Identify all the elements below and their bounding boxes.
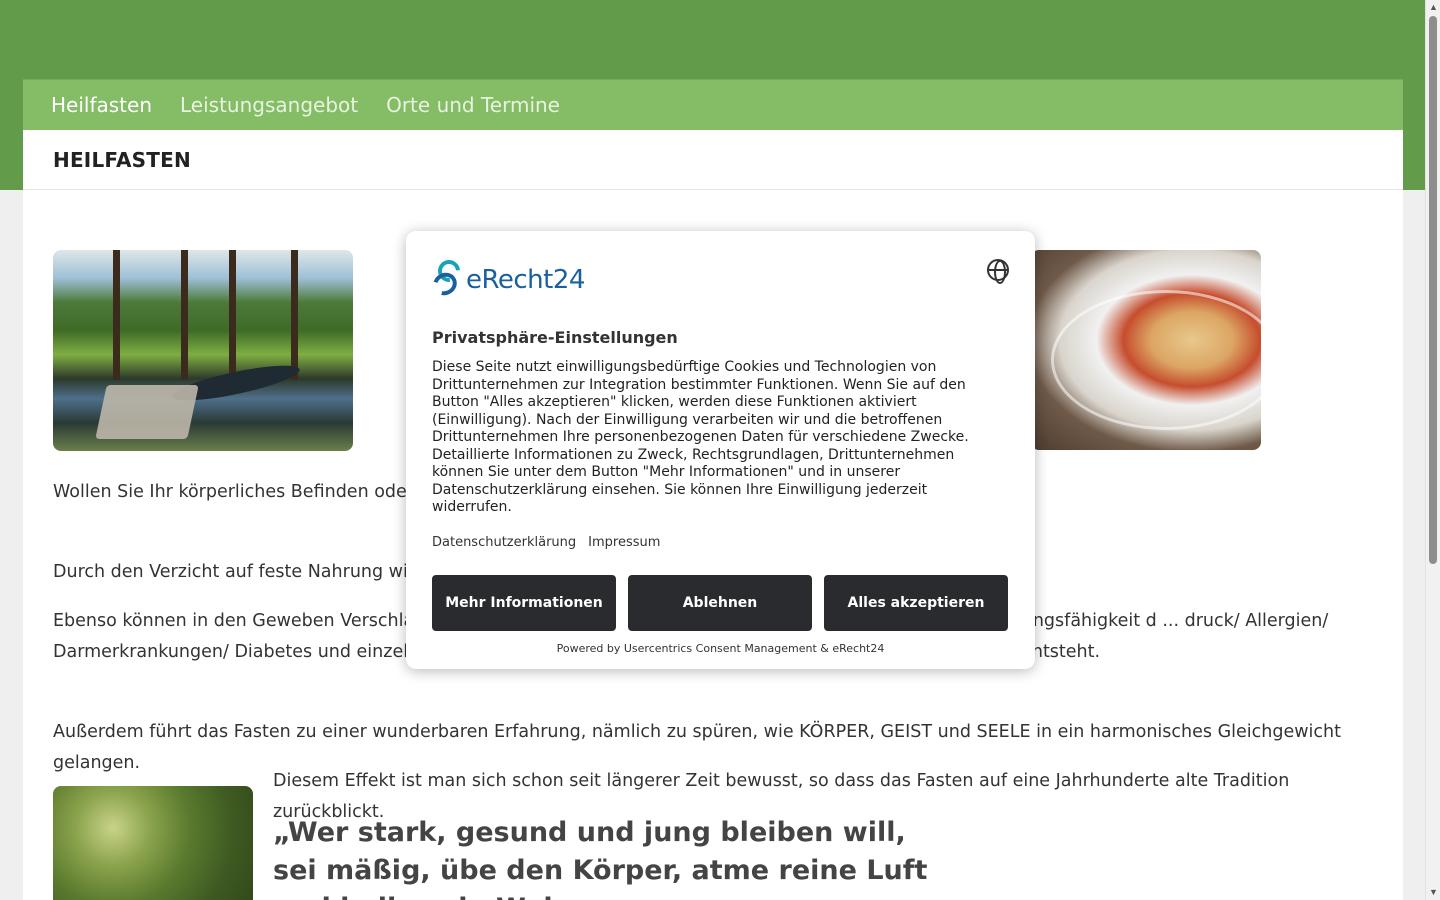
scroll-thumb[interactable] xyxy=(1429,16,1437,564)
page-scrollbar[interactable]: ▲ ▼ xyxy=(1425,0,1440,900)
powered-by-text: Powered by Usercentrics Consent Manageme… xyxy=(556,642,885,655)
main-nav: Heilfasten Leistungsangebot Orte und Ter… xyxy=(23,79,1403,130)
nav-item-heilfasten[interactable]: Heilfasten xyxy=(51,93,152,117)
scroll-down-arrow-icon[interactable]: ▼ xyxy=(1426,885,1440,900)
consent-text: Diese Seite nutzt einwilligungsbedürftig… xyxy=(432,359,969,515)
logo-text: eRecht24 xyxy=(466,265,585,295)
quote-heading: „Wer stark, gesund und jung bleiben will… xyxy=(273,817,928,900)
consent-buttons: Mehr Informationen Ablehnen Alles akzept… xyxy=(432,575,1008,631)
privacy-link[interactable]: Datenschutzerklärung xyxy=(432,535,576,550)
accept-all-button[interactable]: Alles akzeptieren xyxy=(824,575,1008,631)
imprint-link[interactable]: Impressum xyxy=(588,535,660,550)
nav-item-orte-und-termine[interactable]: Orte und Termine xyxy=(386,93,560,117)
page-title: HEILFASTEN xyxy=(53,147,191,172)
consent-title: Privatsphäre-Einstellungen xyxy=(432,328,678,347)
consent-links: Datenschutzerklärung Impressum xyxy=(432,535,660,550)
page-header: HEILFASTEN xyxy=(23,130,1403,190)
park-image xyxy=(53,250,353,451)
consent-dialog: eRecht24 Privatsphäre-Einstellungen Dies… xyxy=(406,231,1035,669)
tree-image xyxy=(53,786,253,900)
globe-icon[interactable] xyxy=(987,259,1009,284)
apple-image xyxy=(1031,250,1261,450)
erecht24-logo-icon xyxy=(429,255,466,300)
more-info-button[interactable]: Mehr Informationen xyxy=(432,575,616,631)
erecht24-logo: eRecht24 xyxy=(429,255,585,300)
decline-button[interactable]: Ablehnen xyxy=(628,575,812,631)
nav-item-leistungsangebot[interactable]: Leistungsangebot xyxy=(180,93,358,117)
scroll-up-arrow-icon[interactable]: ▲ xyxy=(1426,0,1440,15)
